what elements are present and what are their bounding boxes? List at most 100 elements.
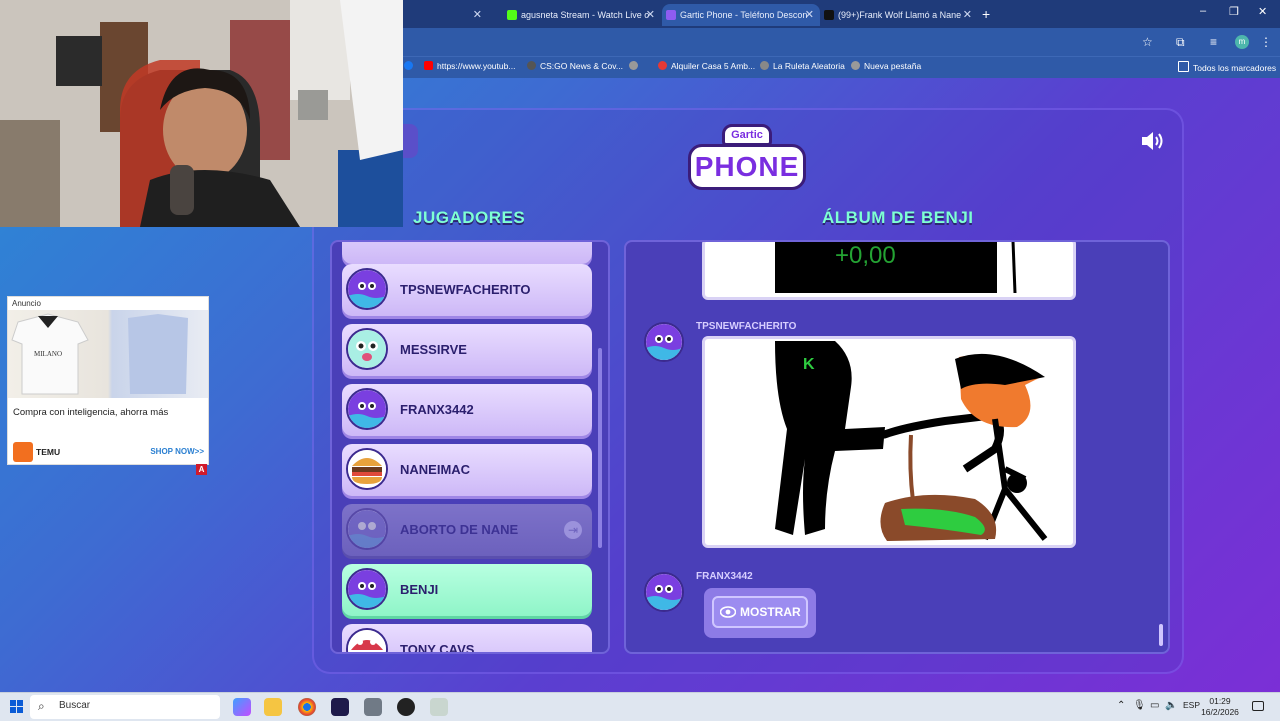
profile-avatar[interactable]: m: [1235, 35, 1249, 49]
ad-shirt-print: MILANO: [34, 350, 62, 358]
obs-icon[interactable]: [397, 698, 415, 716]
premiere-icon[interactable]: [331, 698, 349, 716]
restore-button[interactable]: ❐: [1229, 5, 1239, 18]
ghost-avatar-icon: [346, 328, 388, 370]
player-item[interactable]: NANEIMAC: [342, 444, 592, 496]
notifications-icon[interactable]: [1252, 701, 1264, 711]
svg-text:+0,00: +0,00: [835, 242, 896, 269]
roulette-icon: [760, 61, 769, 70]
svg-text:K: K: [803, 356, 815, 373]
bookmark-item[interactable]: Alquiler Casa 5 Amb...: [658, 61, 755, 71]
player-name: NANEIMAC: [400, 462, 471, 477]
webcam-image: [0, 0, 403, 227]
player-name: BENJI: [400, 582, 439, 597]
microphone-icon[interactable]: 🎙: [1133, 700, 1146, 711]
players-list[interactable]: TPSNEWFACHERITO MESSIRVE FRANX3442 NANEI…: [330, 240, 610, 654]
extensions-icon[interactable]: ⧉: [1176, 35, 1185, 50]
all-bookmarks-folder[interactable]: Todos los marcadores: [1178, 61, 1276, 73]
file-explorer-icon[interactable]: [264, 698, 282, 716]
folder-icon: [1178, 61, 1189, 72]
album-panel[interactable]: +0,00 TPSNEWFACHERITO K FRANX3442 MOSTRA…: [624, 240, 1170, 654]
ad-banner[interactable]: Anuncio MILANO Compra con inteligencia, …: [7, 296, 209, 465]
media-icon[interactable]: ≡: [1210, 35, 1217, 49]
album-title: ÁLBUM DE BENJI: [822, 208, 974, 227]
copilot-icon[interactable]: [233, 698, 251, 716]
author-name: TPSNEWFACHERITO: [696, 321, 797, 332]
close-icon[interactable]: ✕: [473, 4, 482, 26]
bird-avatar-icon: [346, 568, 388, 610]
bird-avatar-icon: [346, 388, 388, 430]
bookmark-item[interactable]: https://www.youtub...: [424, 61, 515, 71]
bookmark-item[interactable]: Nueva pestaña: [851, 61, 921, 71]
list-item[interactable]: [342, 242, 592, 264]
player-name: TPSNEWFACHERITO: [400, 282, 531, 297]
bookmark-item[interactable]: La Ruleta Aleatoria: [760, 61, 845, 71]
show-button-label-wrap[interactable]: MOSTRAR: [712, 596, 808, 628]
players-scrollbar[interactable]: [598, 348, 602, 548]
taskbar-search[interactable]: ⌕ Buscar: [30, 695, 220, 719]
player-item[interactable]: TPSNEWFACHERITO: [342, 264, 592, 316]
chrome-icon[interactable]: [298, 698, 316, 716]
player-item[interactable]: FRANX3442: [342, 384, 592, 436]
network-icon[interactable]: ▭: [1150, 700, 1159, 711]
player-item[interactable]: TONY CAVS: [342, 624, 592, 654]
ad-text: Compra con inteligencia, ahorra más: [13, 407, 169, 418]
ad-choices-badge[interactable]: A: [196, 464, 207, 475]
globe-icon: [851, 61, 860, 70]
show-button[interactable]: MOSTRAR: [704, 588, 816, 638]
speaker-icon[interactable]: [1140, 130, 1166, 152]
star-icon[interactable]: ☆: [1142, 35, 1153, 49]
player-name: TONY CAVS: [400, 642, 475, 654]
close-window-button[interactable]: ✕: [1258, 5, 1267, 18]
clock[interactable]: 01:29 16/2/2026: [1200, 696, 1240, 718]
chevron-up-icon[interactable]: ⌃: [1117, 700, 1125, 711]
close-icon[interactable]: ✕: [646, 4, 655, 26]
bookmark-item[interactable]: [629, 61, 642, 71]
menu-icon[interactable]: ⋮: [1260, 35, 1272, 49]
author-name: FRANX3442: [696, 571, 753, 582]
drawing-card: +0,00: [702, 242, 1076, 300]
taskbar: ⌕ Buscar ⌃ 🎙 ▭ 🔈 ESP 01:29 16/2/2026: [0, 692, 1280, 721]
logo-main-text: PHONE: [688, 144, 806, 190]
player-name: ABORTO DE NANE: [400, 522, 519, 537]
burger-avatar-icon: [346, 448, 388, 490]
windows-start-icon[interactable]: [10, 700, 23, 713]
eye-icon: [720, 606, 736, 618]
calculator-icon[interactable]: [364, 698, 382, 716]
bookmark-item[interactable]: CS:GO News & Cov...: [527, 61, 623, 71]
close-icon[interactable]: ✕: [963, 4, 972, 26]
tab-item[interactable]: (99+)Frank Wolf Llamó a Nane ✕: [820, 4, 978, 26]
new-tab-button[interactable]: +: [982, 4, 990, 24]
minimize-button[interactable]: –: [1200, 5, 1206, 17]
mushroom-avatar-icon: [346, 628, 388, 652]
youtube-icon: [424, 61, 433, 70]
tab-item-active[interactable]: Gartic Phone - Teléfono Descon ✕: [662, 4, 820, 26]
tiktok-icon: [824, 10, 834, 20]
logo-top-text: Gartic: [722, 124, 772, 146]
ad-label: Anuncio: [12, 299, 41, 308]
bird-avatar-icon: [346, 268, 388, 310]
shop-now-link[interactable]: SHOP NOW>>: [150, 447, 204, 456]
language-indicator[interactable]: ESP: [1183, 700, 1200, 710]
show-button-label: MOSTRAR: [740, 605, 801, 619]
clock-time: 01:29: [1209, 696, 1231, 706]
webcam-overlay: [0, 0, 403, 227]
app-icon[interactable]: [430, 698, 448, 716]
volume-icon[interactable]: 🔈: [1165, 700, 1177, 711]
players-title: JUGADORES: [413, 208, 526, 227]
clock-date: 16/2/2026: [1201, 707, 1239, 717]
player-item-offline[interactable]: ABORTO DE NANE ⇥: [342, 504, 592, 556]
album-scrollbar[interactable]: [1159, 624, 1163, 646]
drawing-image: +0,00: [775, 242, 1017, 294]
ad-brand: TEMU: [36, 447, 61, 457]
bird-avatar-icon: [346, 508, 388, 550]
tab-item[interactable]: agusneta Stream - Watch Live o ✕: [503, 4, 661, 26]
player-item[interactable]: MESSIRVE: [342, 324, 592, 376]
close-icon[interactable]: ✕: [805, 4, 814, 26]
kick-icon: [507, 10, 517, 20]
tab-label: Gartic Phone - Teléfono Descon: [680, 10, 808, 20]
facebook-icon[interactable]: [404, 61, 417, 71]
exit-icon: ⇥: [564, 521, 582, 539]
player-item-current[interactable]: BENJI: [342, 564, 592, 616]
tab-label: (99+)Frank Wolf Llamó a Nane: [838, 10, 962, 20]
